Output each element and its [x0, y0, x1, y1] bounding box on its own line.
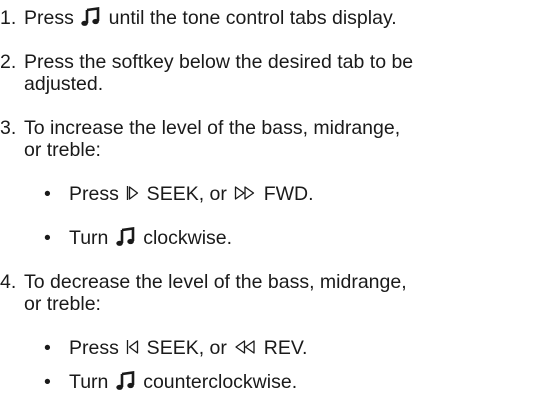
music-note-icon: [116, 371, 136, 391]
step-text-line-2: adjusted.: [24, 73, 104, 95]
step-number: 2.: [0, 51, 17, 73]
bullet-text: Press SEEK, or FWD.: [69, 183, 314, 205]
step-text-line-2: or treble:: [24, 293, 101, 315]
bullet-text-before: Press: [69, 183, 125, 205]
step-text-line-1: To decrease the level of the bass, midra…: [24, 271, 407, 293]
step-number: 4.: [0, 271, 17, 293]
bullet-text-before: Press: [69, 337, 125, 359]
bullet-text: Press SEEK, or REV.: [69, 337, 307, 359]
bullet-text-before: Turn: [69, 371, 114, 393]
seek-back-icon: [126, 339, 139, 355]
bullet-text-middle: SEEK, or: [141, 337, 233, 359]
step-text-after: until the tone control tabs display.: [103, 7, 397, 29]
bullet-text-after: counterclockwise.: [137, 371, 298, 393]
fast-forward-icon: [234, 185, 256, 201]
step-text-line-1: Press the softkey below the desired tab …: [24, 51, 414, 73]
bullet-text-after: clockwise.: [137, 227, 233, 249]
bullet-text-after: FWD.: [258, 183, 314, 205]
bullet: •: [44, 337, 51, 359]
step-text-before: Press: [24, 7, 80, 29]
bullet: •: [44, 227, 51, 249]
bullet-text: Turn clockwise.: [69, 227, 232, 249]
music-note-icon: [81, 7, 101, 27]
bullet-text-before: Turn: [69, 227, 114, 249]
bullet: •: [44, 371, 51, 393]
bullet-text: Turn counterclockwise.: [69, 371, 297, 393]
seek-forward-icon: [126, 185, 139, 201]
step-number: 3.: [0, 117, 17, 139]
step-number: 1.: [0, 7, 17, 29]
bullet-text-middle: SEEK, or: [141, 183, 233, 205]
step-text-line-2: or treble:: [24, 139, 101, 161]
step-text-line-1: To increase the level of the bass, midra…: [24, 117, 401, 139]
bullet: •: [44, 183, 51, 205]
instruction-list: 1. Press until the tone control tabs dis…: [0, 0, 535, 399]
step-text: Press until the tone control tabs displa…: [24, 7, 397, 29]
music-note-icon: [116, 227, 136, 247]
rewind-icon: [234, 339, 256, 355]
bullet-text-after: REV.: [258, 337, 308, 359]
